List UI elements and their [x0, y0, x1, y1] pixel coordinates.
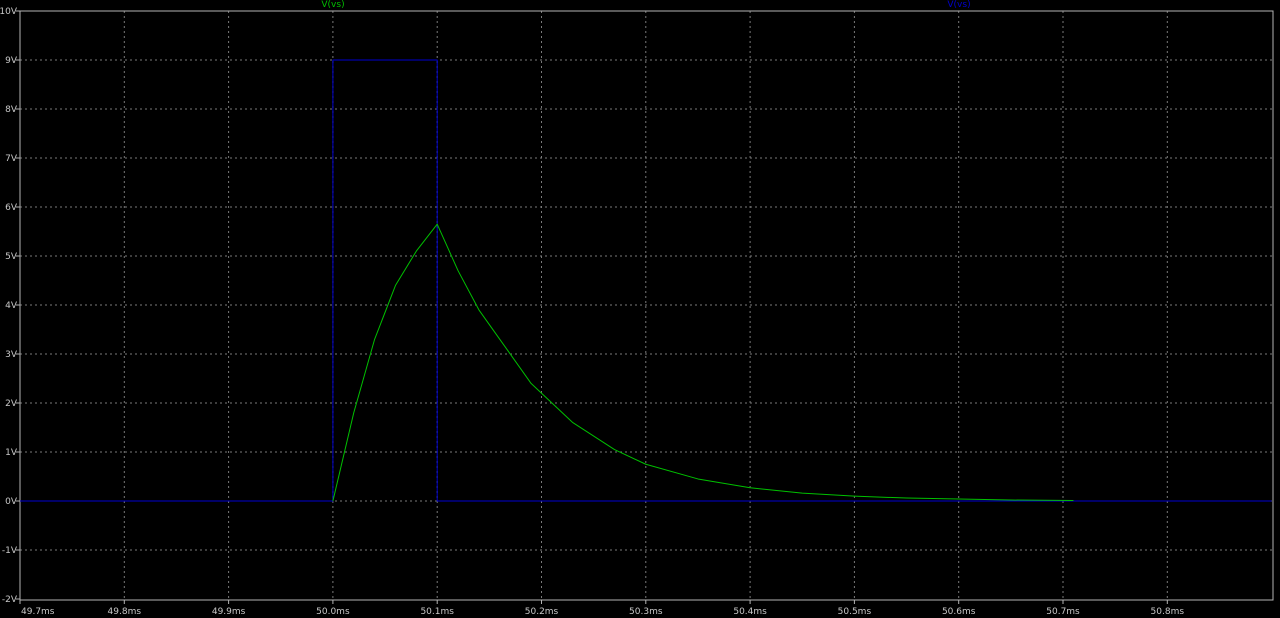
- y-tick-label: -2V: [2, 595, 18, 605]
- y-tick-label: 6V: [5, 203, 18, 213]
- y-tick-label: 8V: [5, 105, 18, 115]
- x-tick-label: 50.3ms: [629, 607, 663, 617]
- y-tick-label: 7V: [5, 154, 18, 164]
- y-tick-label: 3V: [5, 350, 18, 360]
- x-tick-label: 50.8ms: [1151, 607, 1185, 617]
- waveform-plot[interactable]: 10V 9V 8V 7V 6V 5V 4V 3V 2V 1V 0V -1V -2V 49.7ms 49.8…: [0, 0, 1280, 618]
- y-tick-label: 0V: [5, 497, 18, 507]
- legend-trace-green[interactable]: V(vs): [321, 0, 344, 10]
- x-axis-ticks: 49.7ms 49.8ms 49.9ms 50.0ms 50.1ms 50.2ms 50.3…: [19, 600, 1185, 617]
- grid-layer: [20, 11, 1273, 600]
- waveform-plot-window[interactable]: 10V 9V 8V 7V 6V 5V 4V 3V 2V 1V 0V -1V -2V 49.7ms 49.8…: [0, 0, 1280, 618]
- y-tick-label: 4V: [5, 301, 18, 311]
- x-tick-label: 50.4ms: [733, 607, 767, 617]
- x-tick-label: 50.0ms: [316, 607, 350, 617]
- x-tick-label: 50.7ms: [1046, 607, 1080, 617]
- y-tick-label: 9V: [5, 56, 18, 66]
- y-tick-label: 2V: [5, 399, 18, 409]
- x-tick-label: 50.1ms: [420, 607, 454, 617]
- x-tick-label: 50.5ms: [838, 607, 872, 617]
- y-tick-label: -1V: [2, 546, 18, 556]
- x-tick-label: 49.7ms: [21, 607, 55, 617]
- y-axis-ticks: 10V 9V 8V 7V 6V 5V 4V 3V 2V 1V 0V -1V -2V: [0, 7, 20, 605]
- legend: V(vs) V(vs): [321, 0, 970, 10]
- y-tick-label: 1V: [5, 448, 18, 458]
- x-tick-label: 50.6ms: [942, 607, 976, 617]
- y-tick-label: 5V: [5, 252, 18, 262]
- series-line-green: [332, 223, 1074, 502]
- x-tick-label: 49.9ms: [212, 607, 246, 617]
- x-tick-label: 50.2ms: [525, 607, 559, 617]
- legend-trace-blue[interactable]: V(vs): [947, 0, 970, 10]
- x-tick-label: 49.8ms: [108, 607, 142, 617]
- y-tick-label: 10V: [0, 7, 18, 17]
